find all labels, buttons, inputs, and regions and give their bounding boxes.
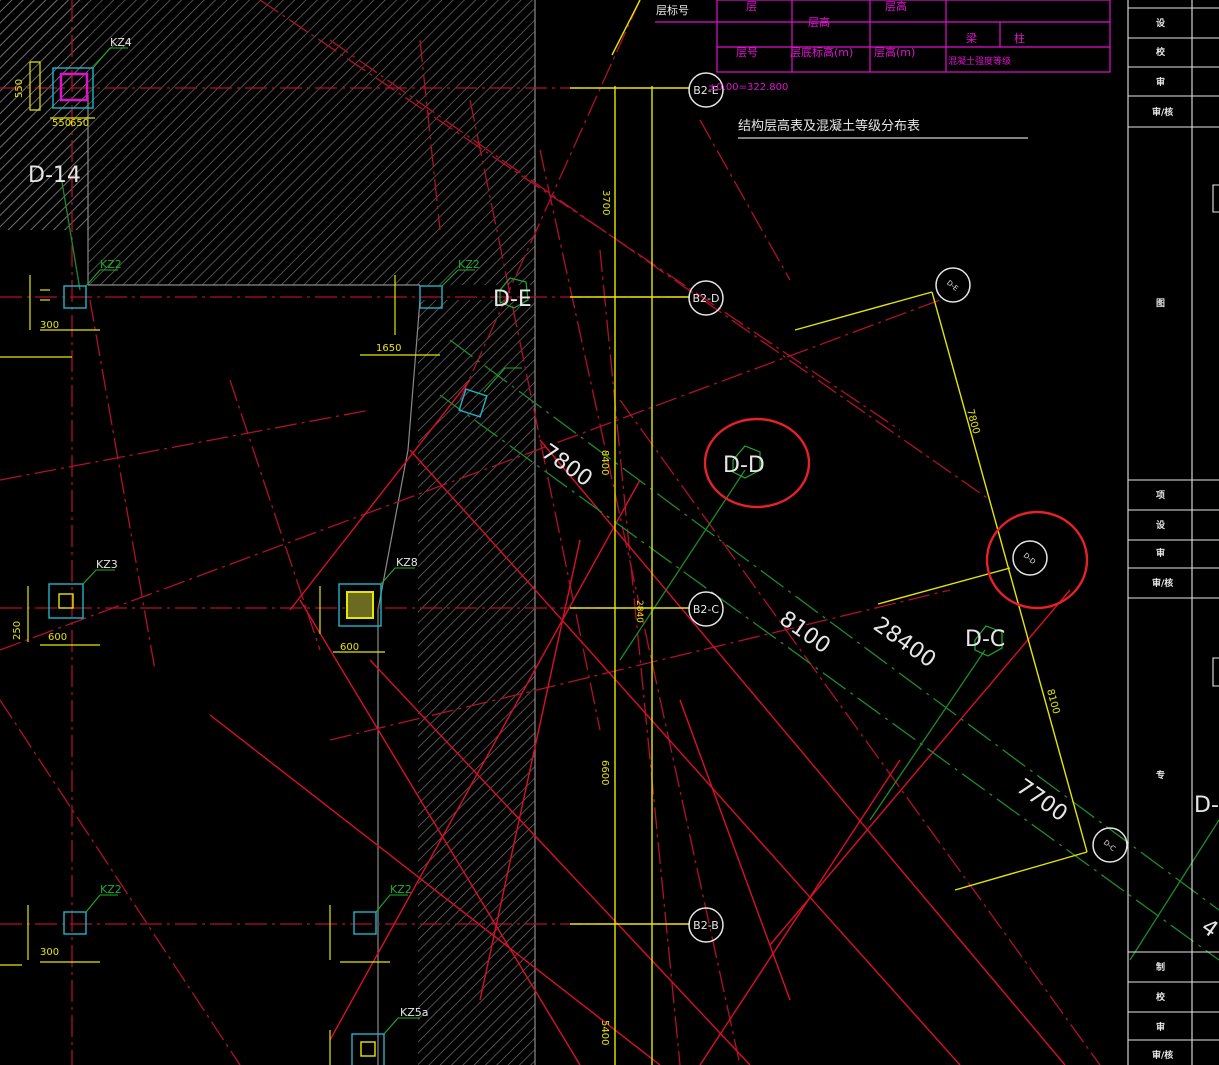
svg-text:柱: 柱 [1014, 31, 1025, 45]
svg-text:设: 设 [1156, 17, 1166, 29]
dim-7700: 7700 [1012, 774, 1072, 827]
svg-text:制: 制 [1156, 961, 1165, 973]
bubble-text-b2d: B2-D [693, 292, 720, 305]
svg-text:300: 300 [40, 320, 59, 331]
svg-text:层高(m): 层高(m) [874, 45, 915, 59]
svg-text:审: 审 [1156, 76, 1165, 88]
bubble-text-de: D-E [945, 279, 960, 293]
col-tag-kz4: KZ4 [110, 36, 132, 49]
svg-text:审/核: 审/核 [1152, 577, 1173, 589]
svg-text:梁: 梁 [966, 31, 977, 45]
dim-vertical-7800: 7800 [964, 408, 981, 435]
dim-8100: 8100 [775, 606, 835, 659]
svg-text:混凝土强度等级: 混凝土强度等级 [948, 55, 1011, 67]
bubble-text-dd: D-D [1022, 551, 1037, 566]
cad-drawing-canvas: D-14 D-E D-D D-C D- B2-E B2-D B2-C B2-B … [0, 0, 1219, 1065]
svg-text:600: 600 [340, 642, 359, 653]
bubble-text-dc: D-C [1102, 839, 1117, 853]
table-title: 结构层高表及混凝土等级分布表 [738, 118, 920, 134]
svg-text:600: 600 [48, 632, 67, 643]
col-tag-kz2-a: KZ2 [100, 258, 122, 271]
svg-text:层号: 层号 [736, 46, 758, 59]
svg-text:2840: 2840 [634, 600, 644, 623]
table-texts: 层标号 层 层高 层高 层号 层底标高(m) 层高(m) 梁 柱 混凝土强度等级… [656, 0, 1025, 134]
col-tag-kz2-d: KZ2 [390, 883, 412, 896]
yellow-grid [570, 0, 1088, 1065]
dim-28400: 28400 [869, 612, 941, 673]
dim-7800: 7800 [537, 439, 597, 492]
svg-text:8400: 8400 [599, 450, 610, 475]
svg-text:1650: 1650 [376, 343, 401, 354]
svg-text:审: 审 [1156, 1021, 1165, 1033]
svg-text:审/核: 审/核 [1152, 106, 1173, 118]
svg-text:图: 图 [1156, 298, 1165, 309]
svg-text:650: 650 [70, 118, 89, 129]
svg-text:550: 550 [14, 79, 25, 98]
title-block [1127, 0, 1219, 1065]
bubble-text-b2b: B2-B [693, 919, 719, 932]
svg-text:3700: 3700 [600, 190, 611, 215]
svg-text:5400: 5400 [599, 1020, 610, 1045]
axis-label-dd: D-D [723, 453, 765, 478]
dim-vertical-8100: 8100 [1044, 688, 1061, 715]
axis-label-d14: D-14 [28, 163, 81, 188]
svg-text:层高: 层高 [808, 15, 830, 29]
svg-text:校: 校 [1156, 46, 1166, 58]
svg-text:300: 300 [40, 947, 59, 958]
title-block-texts: 设 校 审 审/核 图 项 设 审 审/核 专 制 校 审 审/核 [1152, 17, 1173, 1061]
svg-text:设: 设 [1156, 519, 1166, 531]
svg-text:6600: 6600 [599, 760, 610, 785]
col-tag-kz2-c: KZ2 [100, 883, 122, 896]
svg-text:层标号: 层标号 [656, 3, 689, 17]
svg-text:校: 校 [1156, 991, 1166, 1003]
dim-partial-4: 4 [1197, 914, 1219, 943]
svg-text:550: 550 [52, 118, 71, 129]
floor-height-table [655, 0, 1111, 139]
svg-text:250: 250 [12, 621, 23, 640]
col-tag-kz2-b: KZ2 [458, 258, 480, 271]
svg-text:专: 专 [1156, 769, 1165, 781]
axis-label-d-partial: D- [1194, 793, 1219, 818]
svg-text:项: 项 [1156, 490, 1165, 501]
svg-text:层底标高(m): 层底标高(m) [790, 45, 853, 59]
highlight-annotations [703, 417, 1089, 610]
col-tag-kz5a: KZ5a [400, 1006, 429, 1019]
col-tag-kz3: KZ3 [96, 558, 118, 571]
svg-text:层高: 层高 [885, 0, 907, 13]
axis-label-dc: D-C [965, 627, 1005, 652]
col-tag-kz8: KZ8 [396, 556, 418, 569]
axis-label-de: D-E [493, 287, 532, 312]
svg-text:审: 审 [1156, 547, 1165, 559]
svg-text:层: 层 [746, 0, 757, 13]
elevation-note: ±0.00=322.800 [708, 82, 788, 93]
bubble-text-b2c: B2-C [693, 603, 720, 616]
svg-text:审/核: 审/核 [1152, 1049, 1173, 1061]
